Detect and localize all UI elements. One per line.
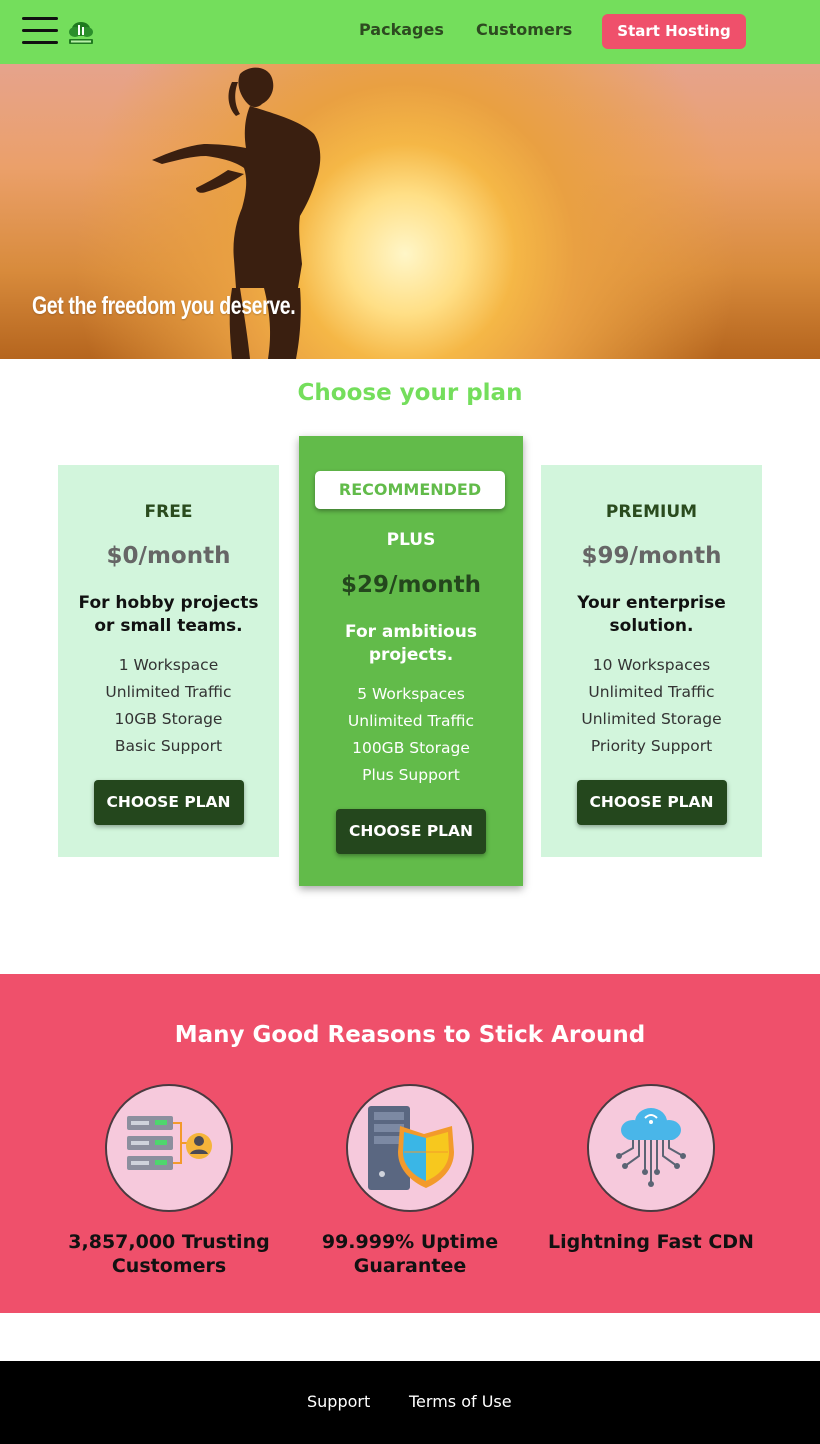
footer-support-link[interactable]: Support: [307, 1392, 370, 1411]
cloud-logo-icon[interactable]: [67, 19, 95, 47]
reason-item: 3,857,000 Trusting Customers: [49, 1084, 289, 1278]
plan-card-premium: PREMIUM $99/month Your enterprise soluti…: [541, 465, 762, 857]
plan-card-plus: RECOMMENDED PLUS $29/month For ambitious…: [299, 436, 523, 886]
main-header: Packages Customers Start Hosting: [0, 0, 820, 64]
reason-label: 99.999% Uptime Guarantee: [321, 1231, 499, 1277]
plan-price: $29/month: [341, 572, 481, 598]
reason-item: Lightning Fast CDN: [531, 1084, 771, 1254]
plan-features-list: 10 Workspaces Unlimited Traffic Unlimite…: [541, 652, 762, 760]
plan-feature: 1 Workspace: [118, 656, 219, 674]
plan-name: FREE: [144, 502, 193, 522]
server-shield-icon: [346, 1084, 474, 1212]
plan-name: PLUS: [386, 530, 436, 550]
plan-card-free: FREE $0/month For hobby projects or smal…: [58, 465, 279, 857]
plans-title: Choose your plan: [297, 380, 523, 406]
plan-name: PREMIUM: [605, 502, 698, 522]
plan-feature: 100GB Storage: [352, 739, 470, 757]
reasons-title: Many Good Reasons to Stick Around: [174, 1022, 646, 1048]
plan-description: Your enterprise solution.: [577, 593, 726, 636]
hero-banner: Get the freedom you deserve.: [0, 64, 820, 359]
cloud-network-icon: [587, 1084, 715, 1212]
plan-feature: Unlimited Traffic: [105, 683, 232, 701]
plan-feature: Basic Support: [114, 737, 223, 755]
plan-price: $0/month: [106, 543, 231, 569]
plan-price: $99/month: [581, 543, 722, 569]
hero-tagline: Get the freedom you deserve.: [32, 292, 296, 320]
choose-plan-free-button[interactable]: CHOOSE PLAN: [93, 780, 244, 825]
plan-description: For hobby projects or small teams.: [78, 593, 259, 636]
plan-feature: 10 Workspaces: [592, 656, 711, 674]
reason-label: 3,857,000 Trusting Customers: [68, 1231, 270, 1277]
choose-plan-premium-button[interactable]: CHOOSE PLAN: [576, 780, 727, 825]
footer-terms-link[interactable]: Terms of Use: [409, 1392, 512, 1411]
plan-features-list: 5 Workspaces Unlimited Traffic 100GB Sto…: [299, 681, 523, 789]
footer: Support Terms of Use: [0, 1361, 820, 1444]
nav-customers-link[interactable]: Customers: [476, 20, 572, 39]
plan-feature: Unlimited Traffic: [588, 683, 715, 701]
plan-feature: Unlimited Storage: [581, 710, 722, 728]
start-hosting-button[interactable]: Start Hosting: [602, 14, 746, 49]
plan-description: For ambitious projects.: [345, 622, 477, 665]
plan-feature: 10GB Storage: [114, 710, 223, 728]
reasons-section: Many Good Reasons to Stick Around 3,857,…: [0, 974, 820, 1313]
hamburger-menu-icon[interactable]: [22, 16, 58, 46]
plan-features-list: 1 Workspace Unlimited Traffic 10GB Stora…: [58, 652, 279, 760]
plan-feature: Unlimited Traffic: [347, 712, 475, 730]
choose-plan-plus-button[interactable]: CHOOSE PLAN: [336, 809, 486, 854]
plan-feature: Plus Support: [362, 766, 460, 784]
recommended-badge: RECOMMENDED: [315, 471, 505, 509]
plan-feature: Priority Support: [590, 737, 713, 755]
reason-item: 99.999% Uptime Guarantee: [290, 1084, 530, 1278]
server-customers-icon: [105, 1084, 233, 1212]
reason-label: Lightning Fast CDN: [548, 1231, 754, 1253]
plan-feature: 5 Workspaces: [357, 685, 465, 703]
nav-packages-link[interactable]: Packages: [359, 20, 444, 39]
